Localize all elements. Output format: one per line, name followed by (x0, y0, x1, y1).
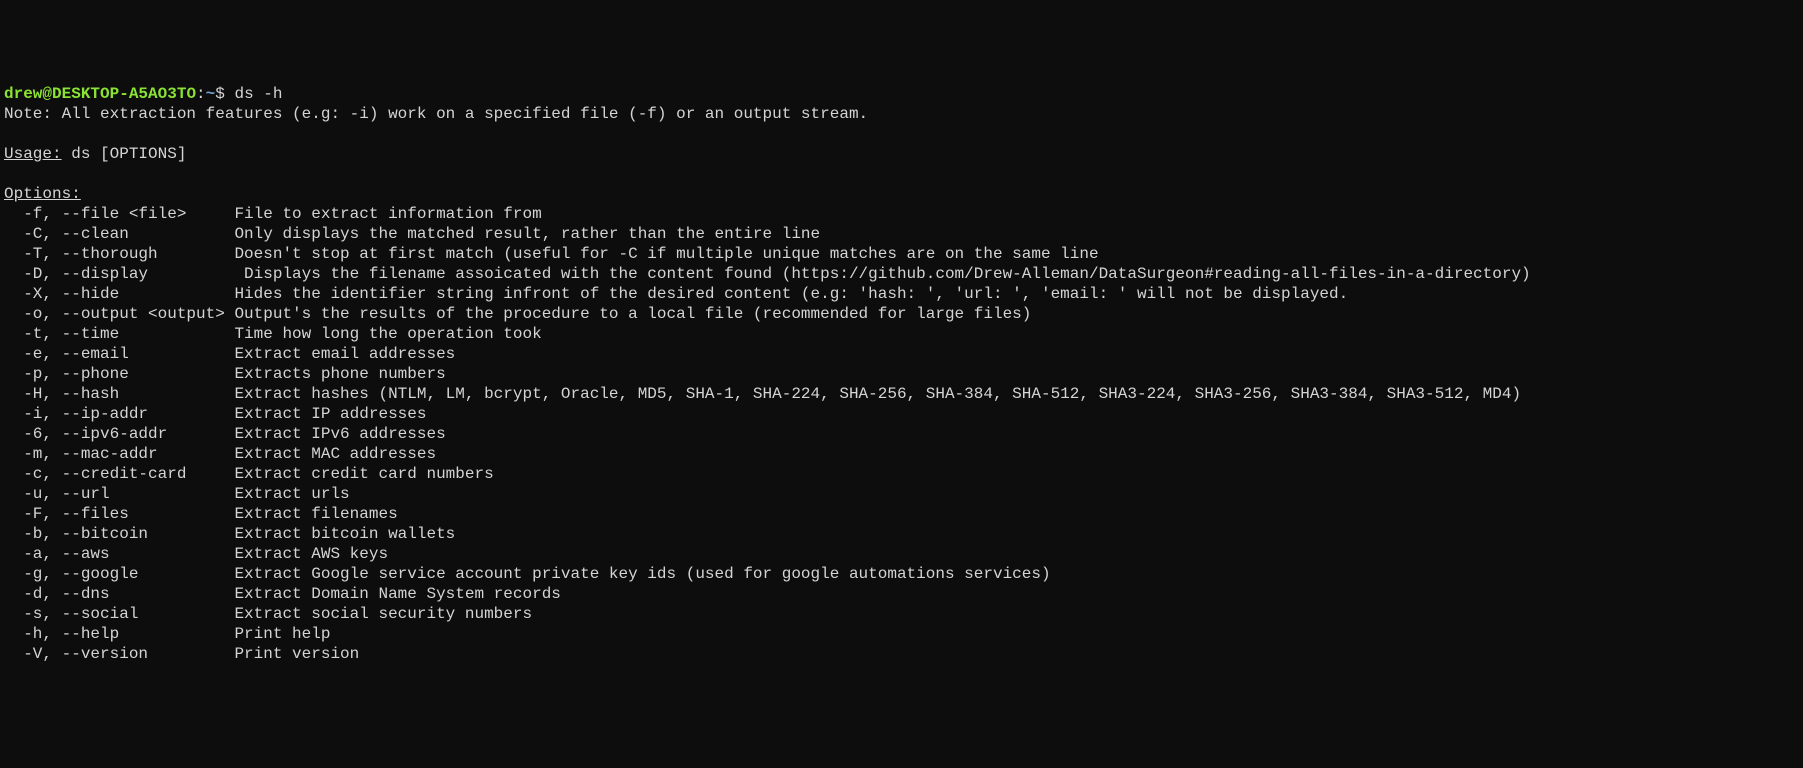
option-flags: -6, --ipv6-addr (4, 425, 234, 443)
options-label: Options: (4, 185, 81, 203)
option-row: -V, --version Print version (4, 644, 1799, 664)
prompt-colon: : (196, 85, 206, 103)
option-flags: -u, --url (4, 485, 234, 503)
options-list: -f, --file <file> File to extract inform… (4, 204, 1799, 664)
option-row: -h, --help Print help (4, 624, 1799, 644)
option-flags: -s, --social (4, 605, 234, 623)
option-row: -H, --hash Extract hashes (NTLM, LM, bcr… (4, 384, 1799, 404)
option-desc: Extract Google service account private k… (234, 565, 1050, 583)
option-flags: -a, --aws (4, 545, 234, 563)
option-row: -o, --output <output> Output's the resul… (4, 304, 1799, 324)
usage-label: Usage: (4, 145, 62, 163)
option-desc: Print help (234, 625, 330, 643)
option-desc: Extract email addresses (234, 345, 455, 363)
prompt-at: @ (42, 85, 52, 103)
option-flags: -T, --thorough (4, 245, 234, 263)
option-desc: Only displays the matched result, rather… (234, 225, 820, 243)
option-desc: Extract IPv6 addresses (234, 425, 445, 443)
option-flags: -t, --time (4, 325, 234, 343)
option-row: -F, --files Extract filenames (4, 504, 1799, 524)
option-row: -a, --aws Extract AWS keys (4, 544, 1799, 564)
prompt-user: drew (4, 85, 42, 103)
option-desc: Extract IP addresses (234, 405, 426, 423)
option-desc: Extract filenames (234, 505, 397, 523)
option-row: -e, --email Extract email addresses (4, 344, 1799, 364)
option-flags: -m, --mac-addr (4, 445, 234, 463)
option-flags: -X, --hide (4, 285, 234, 303)
option-desc: Time how long the operation took (234, 325, 541, 343)
option-row: -f, --file <file> File to extract inform… (4, 204, 1799, 224)
option-row: -s, --social Extract social security num… (4, 604, 1799, 624)
option-desc: Print version (234, 645, 359, 663)
option-desc: Displays the filename assoicated with th… (234, 265, 1530, 283)
usage-text: ds [OPTIONS] (62, 145, 187, 163)
option-row: -d, --dns Extract Domain Name System rec… (4, 584, 1799, 604)
option-desc: Extract MAC addresses (234, 445, 436, 463)
option-desc: File to extract information from (234, 205, 541, 223)
option-flags: -h, --help (4, 625, 234, 643)
option-desc: Extract social security numbers (234, 605, 532, 623)
option-row: -D, --display Displays the filename asso… (4, 264, 1799, 284)
option-row: -X, --hide Hides the identifier string i… (4, 284, 1799, 304)
option-flags: -b, --bitcoin (4, 525, 234, 543)
prompt-path: ~ (206, 85, 216, 103)
option-desc: Extract AWS keys (234, 545, 388, 563)
option-desc: Hides the identifier string infront of t… (234, 285, 1348, 303)
option-flags: -d, --dns (4, 585, 234, 603)
option-row: -t, --time Time how long the operation t… (4, 324, 1799, 344)
option-row: -c, --credit-card Extract credit card nu… (4, 464, 1799, 484)
terminal-output: drew@DESKTOP-A5AO3TO:~$ ds -h Note: All … (4, 84, 1799, 664)
option-row: -C, --clean Only displays the matched re… (4, 224, 1799, 244)
option-row: -6, --ipv6-addr Extract IPv6 addresses (4, 424, 1799, 444)
option-row: -u, --url Extract urls (4, 484, 1799, 504)
option-row: -g, --google Extract Google service acco… (4, 564, 1799, 584)
option-flags: -g, --google (4, 565, 234, 583)
prompt-dollar: $ (215, 85, 234, 103)
option-flags: -i, --ip-addr (4, 405, 234, 423)
option-desc: Extracts phone numbers (234, 365, 445, 383)
option-desc: Extract Domain Name System records (234, 585, 560, 603)
option-flags: -c, --credit-card (4, 465, 234, 483)
option-flags: -H, --hash (4, 385, 234, 403)
option-desc: Doesn't stop at first match (useful for … (234, 245, 1098, 263)
option-desc: Extract bitcoin wallets (234, 525, 455, 543)
option-row: -p, --phone Extracts phone numbers (4, 364, 1799, 384)
option-row: -m, --mac-addr Extract MAC addresses (4, 444, 1799, 464)
option-flags: -C, --clean (4, 225, 234, 243)
note-line: Note: All extraction features (e.g: -i) … (4, 105, 868, 123)
command-text: ds -h (234, 85, 282, 103)
option-desc: Extract credit card numbers (234, 465, 493, 483)
prompt-host: DESKTOP-A5AO3TO (52, 85, 196, 103)
option-flags: -o, --output <output> (4, 305, 234, 323)
option-flags: -f, --file <file> (4, 205, 234, 223)
option-flags: -D, --display (4, 265, 234, 283)
option-flags: -e, --email (4, 345, 234, 363)
option-row: -i, --ip-addr Extract IP addresses (4, 404, 1799, 424)
option-flags: -V, --version (4, 645, 234, 663)
option-flags: -F, --files (4, 505, 234, 523)
option-row: -T, --thorough Doesn't stop at first mat… (4, 244, 1799, 264)
option-flags: -p, --phone (4, 365, 234, 383)
option-desc: Extract urls (234, 485, 349, 503)
option-desc: Extract hashes (NTLM, LM, bcrypt, Oracle… (234, 385, 1521, 403)
option-desc: Output's the results of the procedure to… (234, 305, 1031, 323)
option-row: -b, --bitcoin Extract bitcoin wallets (4, 524, 1799, 544)
